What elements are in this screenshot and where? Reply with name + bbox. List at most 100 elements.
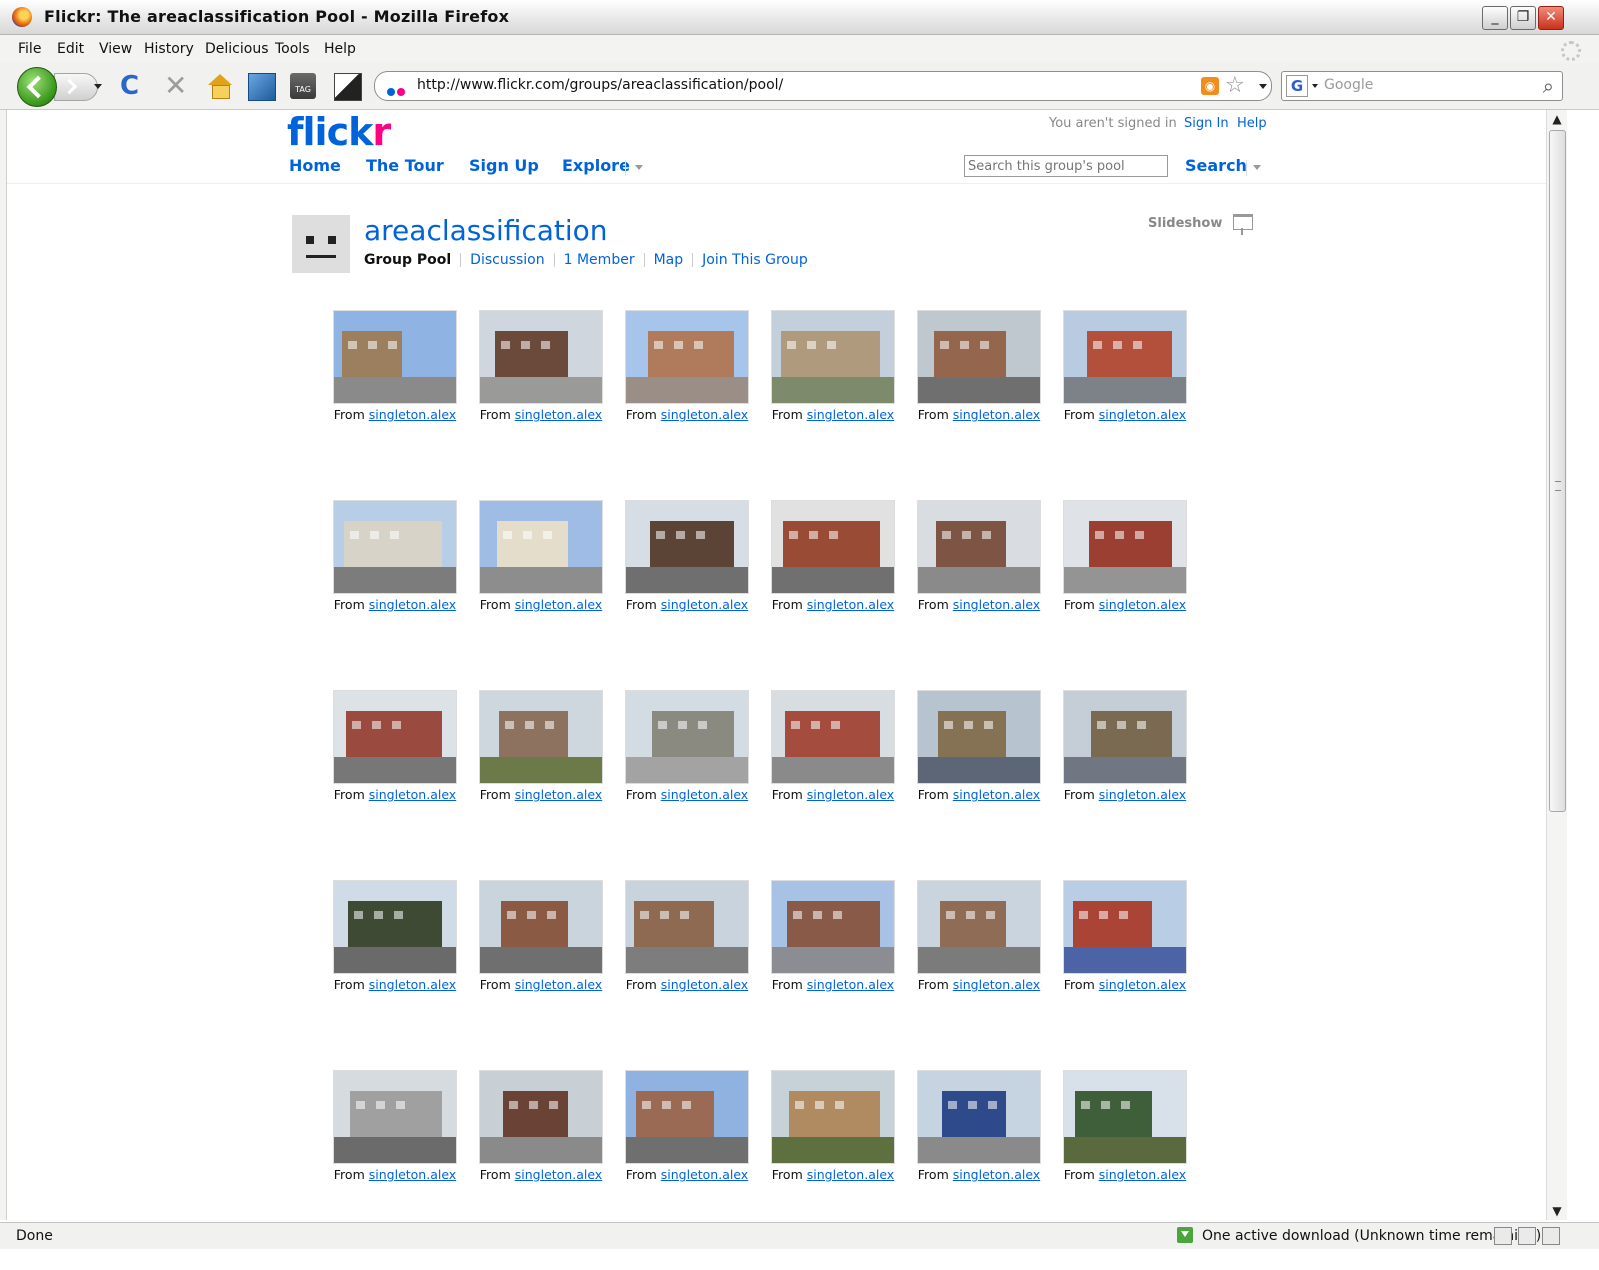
photo-owner-link[interactable]: singleton.alex	[953, 1167, 1040, 1182]
browser-search-box[interactable]: G Google ⌕	[1281, 71, 1563, 101]
photo-thumbnail[interactable]	[479, 880, 603, 974]
photo-thumbnail[interactable]	[479, 310, 603, 404]
photo-thumbnail[interactable]	[479, 690, 603, 784]
photo-thumbnail[interactable]	[1063, 690, 1187, 784]
reload-icon[interactable]: C	[120, 73, 146, 99]
menu-view[interactable]: View	[99, 41, 132, 57]
photo-thumbnail[interactable]	[1063, 1070, 1187, 1164]
photo-owner-link[interactable]: singleton.alex	[1099, 597, 1186, 612]
sign-in-link[interactable]: Sign In	[1184, 116, 1229, 131]
photo-owner-link[interactable]: singleton.alex	[661, 787, 748, 802]
restore-button[interactable]: ❐	[1510, 6, 1536, 30]
scroll-down-arrow-icon[interactable]: ▼	[1548, 1202, 1566, 1220]
photo-owner-link[interactable]: singleton.alex	[515, 597, 602, 612]
search-dropdown-icon[interactable]	[1253, 165, 1261, 170]
tab-members[interactable]: 1 Member	[564, 252, 635, 268]
status-mail-icon[interactable]	[1542, 1227, 1560, 1245]
nav-explore[interactable]: Explore	[562, 156, 630, 175]
photo-owner-link[interactable]: singleton.alex	[1099, 787, 1186, 802]
photo-thumbnail[interactable]	[771, 310, 895, 404]
photo-thumbnail[interactable]	[771, 690, 895, 784]
bookmarks-manager-icon[interactable]	[334, 73, 362, 101]
home-icon[interactable]	[206, 73, 232, 99]
photo-owner-link[interactable]: singleton.alex	[661, 407, 748, 422]
group-buddy-icon[interactable]	[292, 215, 350, 273]
photo-owner-link[interactable]: singleton.alex	[515, 977, 602, 992]
join-group-link[interactable]: Join This Group	[702, 252, 808, 268]
stop-icon[interactable]: ✕	[164, 72, 190, 100]
status-addon-icon[interactable]	[1518, 1227, 1536, 1245]
photo-thumbnail[interactable]	[1063, 310, 1187, 404]
photo-owner-link[interactable]: singleton.alex	[515, 787, 602, 802]
photo-thumbnail[interactable]	[917, 1070, 1041, 1164]
tag-icon[interactable]: TAG	[290, 73, 316, 99]
photo-owner-link[interactable]: singleton.alex	[661, 977, 748, 992]
photo-owner-link[interactable]: singleton.alex	[369, 597, 456, 612]
pool-search-button[interactable]: Search	[1185, 156, 1247, 175]
photo-thumbnail[interactable]	[479, 1070, 603, 1164]
photo-thumbnail[interactable]	[917, 690, 1041, 784]
photo-owner-link[interactable]: singleton.alex	[369, 1167, 456, 1182]
menu-file[interactable]: File	[18, 41, 41, 57]
menu-history[interactable]: History	[144, 41, 194, 57]
photo-thumbnail[interactable]	[771, 880, 895, 974]
photo-thumbnail[interactable]	[333, 310, 457, 404]
photo-thumbnail[interactable]	[625, 1070, 749, 1164]
photo-owner-link[interactable]: singleton.alex	[369, 787, 456, 802]
photo-thumbnail[interactable]	[625, 500, 749, 594]
photo-owner-link[interactable]: singleton.alex	[953, 407, 1040, 422]
download-icon[interactable]	[1177, 1227, 1193, 1243]
status-delicious-icon[interactable]	[1494, 1227, 1512, 1245]
slideshow-link[interactable]: Slideshow	[1148, 216, 1222, 231]
scroll-up-arrow-icon[interactable]: ▲	[1548, 110, 1566, 128]
nav-home[interactable]: Home	[289, 156, 341, 175]
photo-thumbnail[interactable]	[625, 880, 749, 974]
photo-owner-link[interactable]: singleton.alex	[1099, 977, 1186, 992]
explore-dropdown-icon[interactable]	[635, 165, 643, 170]
photo-owner-link[interactable]: singleton.alex	[515, 407, 602, 422]
photo-thumbnail[interactable]	[917, 310, 1041, 404]
download-status[interactable]: One active download (Unknown time remain…	[1202, 1228, 1541, 1244]
nav-the-tour[interactable]: The Tour	[366, 156, 444, 175]
photo-thumbnail[interactable]	[625, 310, 749, 404]
back-button[interactable]	[17, 67, 57, 107]
photo-thumbnail[interactable]	[625, 690, 749, 784]
google-engine-icon[interactable]: G	[1286, 75, 1308, 97]
photo-owner-link[interactable]: singleton.alex	[807, 1167, 894, 1182]
photo-thumbnail[interactable]	[479, 500, 603, 594]
url-text[interactable]: http://www.flickr.com/groups/areaclassif…	[417, 77, 783, 93]
photo-owner-link[interactable]: singleton.alex	[661, 1167, 748, 1182]
photo-owner-link[interactable]: singleton.alex	[807, 597, 894, 612]
history-dropdown-icon[interactable]	[94, 84, 102, 89]
menu-tools[interactable]: Tools	[275, 41, 310, 57]
tab-map[interactable]: Map	[654, 252, 684, 268]
scroll-thumb[interactable]	[1549, 130, 1566, 812]
vertical-scrollbar[interactable]: ▲ ▼	[1546, 110, 1567, 1220]
photo-owner-link[interactable]: singleton.alex	[807, 407, 894, 422]
engine-dropdown-icon[interactable]	[1312, 84, 1318, 88]
photo-owner-link[interactable]: singleton.alex	[515, 1167, 602, 1182]
browser-search-placeholder[interactable]: Google	[1324, 77, 1373, 93]
slideshow-icon[interactable]	[1233, 214, 1253, 235]
menu-help[interactable]: Help	[324, 41, 356, 57]
nav-sign-up[interactable]: Sign Up	[469, 156, 539, 175]
photo-thumbnail[interactable]	[917, 500, 1041, 594]
address-bar[interactable]: http://www.flickr.com/groups/areaclassif…	[374, 71, 1272, 101]
bookmark-star-icon[interactable]: ☆	[1225, 73, 1245, 98]
photo-thumbnail[interactable]	[333, 690, 457, 784]
rss-feed-icon[interactable]: ◉	[1201, 77, 1219, 95]
photo-owner-link[interactable]: singleton.alex	[1099, 407, 1186, 422]
minimize-button[interactable]: _	[1482, 6, 1508, 30]
photo-thumbnail[interactable]	[917, 880, 1041, 974]
close-button[interactable]: ✕	[1538, 6, 1564, 30]
photo-owner-link[interactable]: singleton.alex	[661, 597, 748, 612]
photo-owner-link[interactable]: singleton.alex	[807, 787, 894, 802]
menu-edit[interactable]: Edit	[57, 41, 84, 57]
photo-thumbnail[interactable]	[333, 1070, 457, 1164]
photo-thumbnail[interactable]	[1063, 880, 1187, 974]
photo-owner-link[interactable]: singleton.alex	[953, 597, 1040, 612]
flickr-logo[interactable]: flickr	[287, 110, 391, 154]
photo-owner-link[interactable]: singleton.alex	[369, 977, 456, 992]
menu-delicious[interactable]: Delicious	[205, 41, 269, 57]
tab-discussion[interactable]: Discussion	[470, 252, 544, 268]
